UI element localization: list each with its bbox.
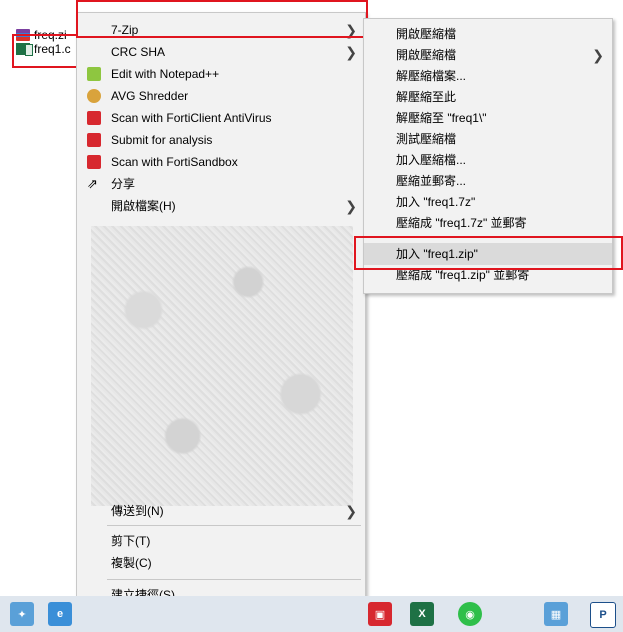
submenu-item-open-archive-sub[interactable]: 開啟壓縮檔 ❯ — [364, 44, 612, 66]
submenu-item-compress-zip-email[interactable]: 壓縮成 "freq1.zip" 並郵寄 — [364, 264, 612, 286]
desktop-file-freq1[interactable]: freq1.c — [16, 40, 71, 58]
forticlient-icon — [87, 133, 101, 147]
notepad-plus-plus-icon — [87, 67, 101, 81]
taskbar: ✦ e ▣ X ◉ ▦ P — [0, 596, 623, 632]
forticlient-icon — [87, 155, 101, 169]
submenu-item-compress-7z-email[interactable]: 壓縮成 "freq1.7z" 並郵寄 — [364, 212, 612, 234]
excel-taskbar-icon[interactable]: X — [410, 602, 434, 626]
menu-item-send-to[interactable]: 傳送到(N) ❯ — [77, 500, 365, 522]
menu-item-copy[interactable]: 複製(C) — [77, 552, 365, 574]
context-menu: 7-Zip ❯ CRC SHA ❯ Edit with Notepad++ AV… — [76, 12, 366, 624]
submenu-item-add-to-archive[interactable]: 加入壓縮檔... — [364, 149, 612, 171]
chevron-right-icon: ❯ — [345, 44, 357, 60]
taskbar-app-icon[interactable]: ▦ — [544, 602, 568, 626]
pdf-app-icon[interactable]: P — [590, 602, 616, 628]
submenu-item-test-archive[interactable]: 測試壓縮檔 — [364, 128, 612, 150]
forticlient-icon — [87, 111, 101, 125]
forticlient-taskbar-icon[interactable]: ▣ — [368, 602, 392, 626]
submenu-item-open-archive[interactable]: 開啟壓縮檔 — [364, 23, 612, 45]
blurred-menu-region — [91, 226, 353, 506]
menu-item-fortisandbox[interactable]: Scan with FortiSandbox — [77, 151, 365, 173]
taskbar-app-icon[interactable]: ✦ — [10, 602, 34, 626]
menu-item-7zip[interactable]: 7-Zip ❯ — [77, 19, 365, 41]
menu-item-avg-shredder[interactable]: AVG Shredder — [77, 85, 365, 107]
chevron-right-icon: ❯ — [345, 198, 357, 214]
menu-item-forticlient-scan[interactable]: Scan with FortiClient AntiVirus — [77, 107, 365, 129]
chevron-right-icon: ❯ — [345, 22, 357, 38]
menu-item-crc-sha[interactable]: CRC SHA ❯ — [77, 41, 365, 63]
share-icon: ⇗ — [87, 176, 98, 191]
menu-item-open-with[interactable]: 開啟檔案(H) ❯ — [77, 195, 365, 217]
submenu-item-add-7z[interactable]: 加入 "freq1.7z" — [364, 191, 612, 213]
submenu-item-add-zip[interactable]: 加入 "freq1.zip" — [364, 243, 612, 265]
menu-item-cut[interactable]: 剪下(T) — [77, 530, 365, 552]
submenu-item-extract-to-folder[interactable]: 解壓縮至 "freq1\" — [364, 107, 612, 129]
submenu-item-extract-here[interactable]: 解壓縮至此 — [364, 86, 612, 108]
menu-item-share[interactable]: ⇗ 分享 — [77, 173, 365, 195]
excel-file-icon — [16, 43, 33, 56]
menu-separator — [107, 525, 361, 526]
chevron-right-icon: ❯ — [345, 503, 357, 519]
internet-explorer-icon[interactable]: e — [48, 602, 72, 626]
chevron-right-icon: ❯ — [592, 47, 604, 63]
menu-separator — [107, 579, 361, 580]
menu-item-notepadpp[interactable]: Edit with Notepad++ — [77, 63, 365, 85]
sevenzip-submenu: 開啟壓縮檔 開啟壓縮檔 ❯ 解壓縮檔案... 解壓縮至此 解壓縮至 "freq1… — [363, 18, 613, 294]
avg-shredder-icon — [87, 89, 101, 103]
file-name: freq1.c — [34, 42, 71, 56]
submenu-item-extract-files[interactable]: 解壓縮檔案... — [364, 65, 612, 87]
submenu-item-compress-email[interactable]: 壓縮並郵寄... — [364, 170, 612, 192]
line-app-icon[interactable]: ◉ — [458, 602, 482, 626]
menu-item-submit-analysis[interactable]: Submit for analysis — [77, 129, 365, 151]
